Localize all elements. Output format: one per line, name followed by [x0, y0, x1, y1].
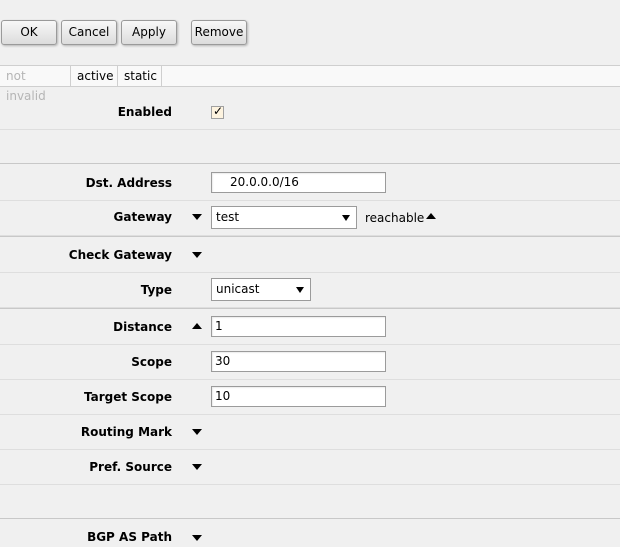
- bgp-as-path-expand-icon[interactable]: [192, 535, 202, 541]
- target-scope-label: Target Scope: [83, 390, 172, 404]
- distance-label: Distance: [113, 320, 172, 334]
- enabled-row: Enabled ✓: [0, 95, 620, 130]
- pref-source-row: Pref. Source: [0, 450, 620, 485]
- distance-input[interactable]: 1: [211, 316, 386, 337]
- remove-button[interactable]: Remove: [191, 20, 247, 45]
- flag-active: active: [71, 66, 118, 87]
- gateway-label: Gateway: [113, 210, 172, 224]
- distance-row: Distance 1: [0, 310, 620, 345]
- gateway-value: test: [216, 210, 240, 224]
- enabled-label: Enabled: [117, 105, 172, 119]
- dst-address-row: Dst. Address 20.0.0.0/16: [0, 166, 620, 201]
- section-divider: [0, 518, 620, 519]
- chevron-down-icon: [296, 287, 304, 293]
- toolbar: OK Cancel Apply Remove: [0, 0, 620, 65]
- type-select[interactable]: unicast: [211, 278, 311, 301]
- gateway-expand-icon[interactable]: [192, 214, 202, 220]
- bgp-as-path-row: BGP AS Path: [0, 520, 620, 547]
- section-divider: [0, 308, 620, 309]
- scope-input[interactable]: 30: [211, 351, 386, 372]
- flag-static: static: [118, 66, 162, 87]
- gateway-status: reachable: [365, 211, 425, 225]
- ok-button[interactable]: OK: [1, 20, 57, 45]
- enabled-checkbox[interactable]: ✓: [211, 104, 224, 119]
- pref-source-expand-icon[interactable]: [192, 464, 202, 470]
- type-value: unicast: [216, 282, 260, 296]
- gateway-add-icon[interactable]: [426, 213, 436, 219]
- routing-mark-row: Routing Mark: [0, 415, 620, 450]
- pref-source-label: Pref. Source: [89, 460, 172, 474]
- checkmark-icon: ✓: [213, 104, 224, 118]
- distance-collapse-icon[interactable]: [192, 323, 202, 329]
- cancel-button[interactable]: Cancel: [61, 20, 117, 45]
- check-gateway-expand-icon[interactable]: [192, 252, 202, 258]
- type-row: Type unicast: [0, 273, 620, 308]
- chevron-down-icon: [342, 215, 350, 221]
- apply-button[interactable]: Apply: [121, 20, 177, 45]
- routing-mark-label: Routing Mark: [80, 425, 172, 439]
- bgp-as-path-label: BGP AS Path: [87, 530, 172, 544]
- target-scope-row: Target Scope 10: [0, 380, 620, 415]
- scope-row: Scope 30: [0, 345, 620, 380]
- check-gateway-label: Check Gateway: [68, 248, 172, 262]
- section-divider: [0, 163, 620, 164]
- type-label: Type: [140, 283, 172, 297]
- dst-address-input[interactable]: 20.0.0.0/16: [211, 172, 386, 193]
- gateway-row: Gateway test reachable: [0, 201, 620, 236]
- dst-address-label: Dst. Address: [85, 176, 172, 190]
- routing-mark-expand-icon[interactable]: [192, 429, 202, 435]
- check-gateway-row: Check Gateway: [0, 238, 620, 273]
- status-flags-bar: not invalid active static: [0, 65, 620, 103]
- target-scope-input[interactable]: 10: [211, 386, 386, 407]
- scope-label: Scope: [131, 355, 172, 369]
- section-divider: [0, 236, 620, 237]
- gateway-select[interactable]: test: [211, 206, 357, 229]
- flag-not-invalid: not invalid: [0, 66, 71, 103]
